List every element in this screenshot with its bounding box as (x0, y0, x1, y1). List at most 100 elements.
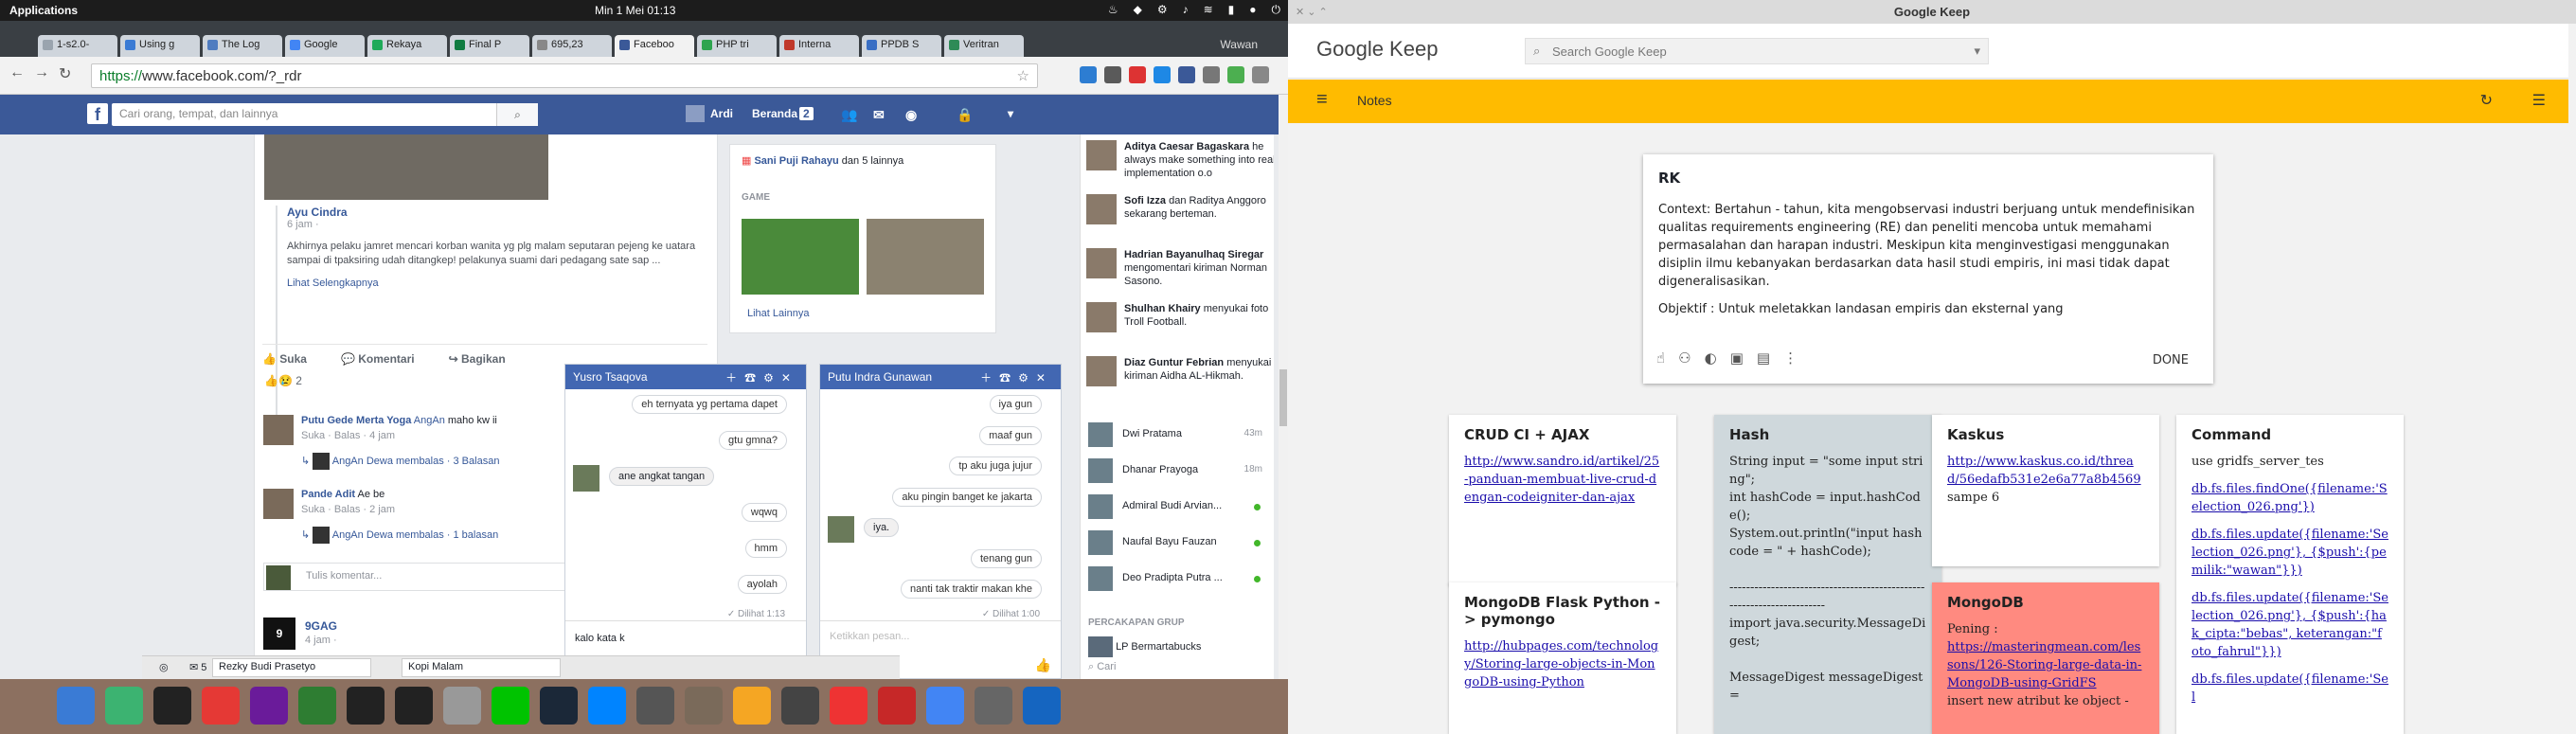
note-card-link[interactable]: http://www.sandro.id/artikel/25-panduan-… (1464, 455, 1659, 505)
browser-tab[interactable]: Google (285, 35, 365, 57)
page-scrollbar[interactable] (1279, 95, 1288, 679)
see-more-link[interactable]: Lihat Lainnya (747, 308, 809, 319)
address-bar[interactable]: https://www.facebook.com/?_rdr ☆ (91, 63, 1038, 88)
contact-item[interactable]: Deo Pradipta Putra ... (1088, 566, 1268, 591)
messenger-icon[interactable] (588, 687, 626, 725)
note-card[interactable]: Hash String input = "some input string"; … (1714, 415, 1941, 734)
globe-icon[interactable]: ◎ (159, 661, 169, 673)
clock[interactable]: Min 1 Mei 01:13 (595, 4, 675, 17)
refresh-icon[interactable]: ↻ (2480, 91, 2493, 110)
image-icon[interactable]: ▣ (1730, 349, 1744, 367)
game-thumbnail[interactable] (742, 219, 859, 295)
forward-icon[interactable]: → (34, 64, 49, 81)
chat-header[interactable]: Putu Indra Gunawan ＋☎⚙✕ (820, 365, 1061, 389)
ticker-item[interactable]: Diaz Guntur Febrian menyukai kiriman Aid… (1086, 356, 1274, 386)
bookmark-star-icon[interactable]: ☆ (1017, 67, 1029, 84)
post-author[interactable]: 9GAG (305, 619, 337, 633)
pycharm-icon[interactable] (298, 687, 336, 725)
post-time[interactable]: 6 jam · (287, 219, 711, 230)
contact-item[interactable]: Admiral Budi Arvian... (1088, 494, 1268, 519)
note-card[interactable]: CRUD CI + AJAX http://www.sandro.id/artik… (1449, 415, 1676, 585)
keep-logo[interactable]: Google Keep (1316, 37, 1438, 62)
browser-tab[interactable]: The Log (203, 35, 282, 57)
9gag-logo-icon[interactable]: 9 (263, 618, 295, 650)
ticker-item[interactable]: Sofi Izza dan Raditya Anggoro sekarang b… (1086, 194, 1274, 224)
chat-tab[interactable]: Rezky Budi Prasetyo (212, 658, 371, 677)
facebook-search-input[interactable]: Cari orang, tempat, dan lainnya ⌕ (112, 103, 538, 126)
lock-icon[interactable]: 🔒 (957, 107, 973, 123)
bulb-icon[interactable] (733, 687, 771, 725)
thumbs-up-icon[interactable]: 👍 (1035, 657, 1051, 673)
done-button[interactable]: DONE (2153, 353, 2189, 367)
contact-item[interactable]: Dhanar Prayoga 18m (1088, 458, 1268, 483)
steam-tray-icon[interactable] (1023, 687, 1061, 725)
comment-meta[interactable]: Suka · Balas · 2 jam (301, 504, 395, 515)
app-icon[interactable] (878, 687, 916, 725)
note-body[interactable]: Context: Bertahun - tahun, kita mengobse… (1658, 201, 2198, 318)
note-card-link[interactable]: http://hubpages.com/technology/Storing-l… (1464, 639, 1658, 689)
browser-tab[interactable]: PPDB S (862, 35, 941, 57)
files-icon[interactable] (443, 687, 481, 725)
chat-header[interactable]: Yusro Tsaqova ＋☎⚙✕ (565, 365, 806, 389)
comment-tag[interactable]: AngAn (414, 415, 445, 426)
intellij-icon[interactable] (347, 687, 385, 725)
comment-button[interactable]: 💬 Komentari (341, 352, 415, 366)
gimp-icon[interactable] (685, 687, 723, 725)
browser-tab[interactable]: 1-s2.0- (38, 35, 117, 57)
extension-icon[interactable] (1178, 66, 1195, 83)
back-icon[interactable]: ← (9, 64, 25, 81)
comment-author[interactable]: Pande Adit (301, 489, 355, 500)
note-card-line[interactable]: db.fs.files.findOne({filename:'Selection… (2191, 482, 2388, 514)
comment-input[interactable]: Tulis komentar... (263, 563, 566, 591)
search-icon[interactable]: ⌕ (496, 103, 538, 126)
applications-menu[interactable]: Applications (9, 4, 78, 17)
friend-requests-icon[interactable]: 👥 (841, 107, 857, 123)
note-card-link[interactable]: http://www.kaskus.co.id/thread/56edafb53… (1947, 455, 2141, 487)
avatar[interactable] (263, 489, 294, 519)
keep-search-input[interactable]: ⌕ Search Google Keep ▾ (1525, 38, 1989, 64)
ticker-item[interactable]: Hadrian Bayanulhaq Siregar mengomentari … (1086, 248, 1274, 288)
contact-item[interactable]: Naufal Bayu Fauzan (1088, 530, 1268, 555)
more-icon[interactable]: ⋮ (1783, 349, 1798, 367)
chat-header-icons[interactable]: ＋☎⚙✕ (980, 369, 1053, 385)
window-controls-icon[interactable]: ✕ ⌄ ⌃ (1296, 6, 1328, 18)
avatar[interactable] (686, 105, 705, 122)
note-card[interactable]: Command use gridfs_server_tes db.fs.files.… (2176, 415, 2404, 734)
game-actor[interactable]: Sani Puji Rahayu (754, 155, 838, 167)
note-card[interactable]: MongoDB Flask Python -> pymongo http://hu… (1449, 582, 1676, 734)
note-card[interactable]: Kaskus http://www.kaskus.co.id/thread/56e… (1932, 415, 2159, 566)
extension-icon[interactable] (1080, 66, 1097, 83)
browser-tab[interactable]: Faceboo (615, 35, 694, 57)
ticker-item[interactable]: Shulhan Khairy menyukai foto Troll Footb… (1086, 302, 1274, 332)
chevron-down-icon[interactable]: ▾ (1008, 107, 1013, 120)
replies-link[interactable]: ↳ AngAn Dewa membalas · 1 balasan (301, 527, 498, 544)
reload-icon[interactable]: ↻ (59, 64, 71, 83)
chat-tab[interactable]: Kopi Malam (402, 658, 561, 677)
chrome-menu-icon[interactable] (1252, 66, 1269, 83)
notification-icon[interactable]: ● (1249, 3, 1256, 17)
note-card[interactable]: MongoDB Pening : https://masteringmean.com… (1932, 582, 2159, 734)
extension-icon[interactable] (1104, 66, 1121, 83)
note-editor[interactable]: RK Context: Bertahun - tahun, kita mengo… (1643, 154, 2213, 384)
browser-tab[interactable]: Interna (779, 35, 859, 57)
extension-icon[interactable] (1227, 66, 1244, 83)
browser-tab[interactable]: Veritran (944, 35, 1024, 57)
see-more-link[interactable]: Lihat Selengkapnya (287, 277, 711, 289)
chat-tab-count[interactable]: ✉ 5 (189, 661, 206, 673)
contact-item[interactable]: Dwi Pratama 43m (1088, 422, 1268, 447)
workspace-icon[interactable] (57, 687, 95, 725)
home-link[interactable]: Beranda (752, 107, 797, 120)
adblock-icon[interactable] (1129, 66, 1146, 83)
messages-icon[interactable]: ✉ (873, 107, 885, 123)
like-button[interactable]: 👍 Suka (262, 352, 307, 366)
line-icon[interactable] (492, 687, 529, 725)
browser-tab[interactable]: Using g (120, 35, 200, 57)
note-card-line[interactable]: db.fs.files.update({filename:'Selection_… (2191, 528, 2388, 578)
sublime-icon[interactable] (781, 687, 819, 725)
avatar[interactable] (573, 465, 599, 492)
avatar[interactable] (263, 415, 294, 445)
collaborator-icon[interactable]: ⚇ (1678, 349, 1690, 367)
wifi-icon[interactable]: ≋ (1204, 3, 1213, 17)
phpstorm-icon[interactable] (250, 687, 288, 725)
chat-header-icons[interactable]: ＋☎⚙✕ (725, 369, 798, 385)
